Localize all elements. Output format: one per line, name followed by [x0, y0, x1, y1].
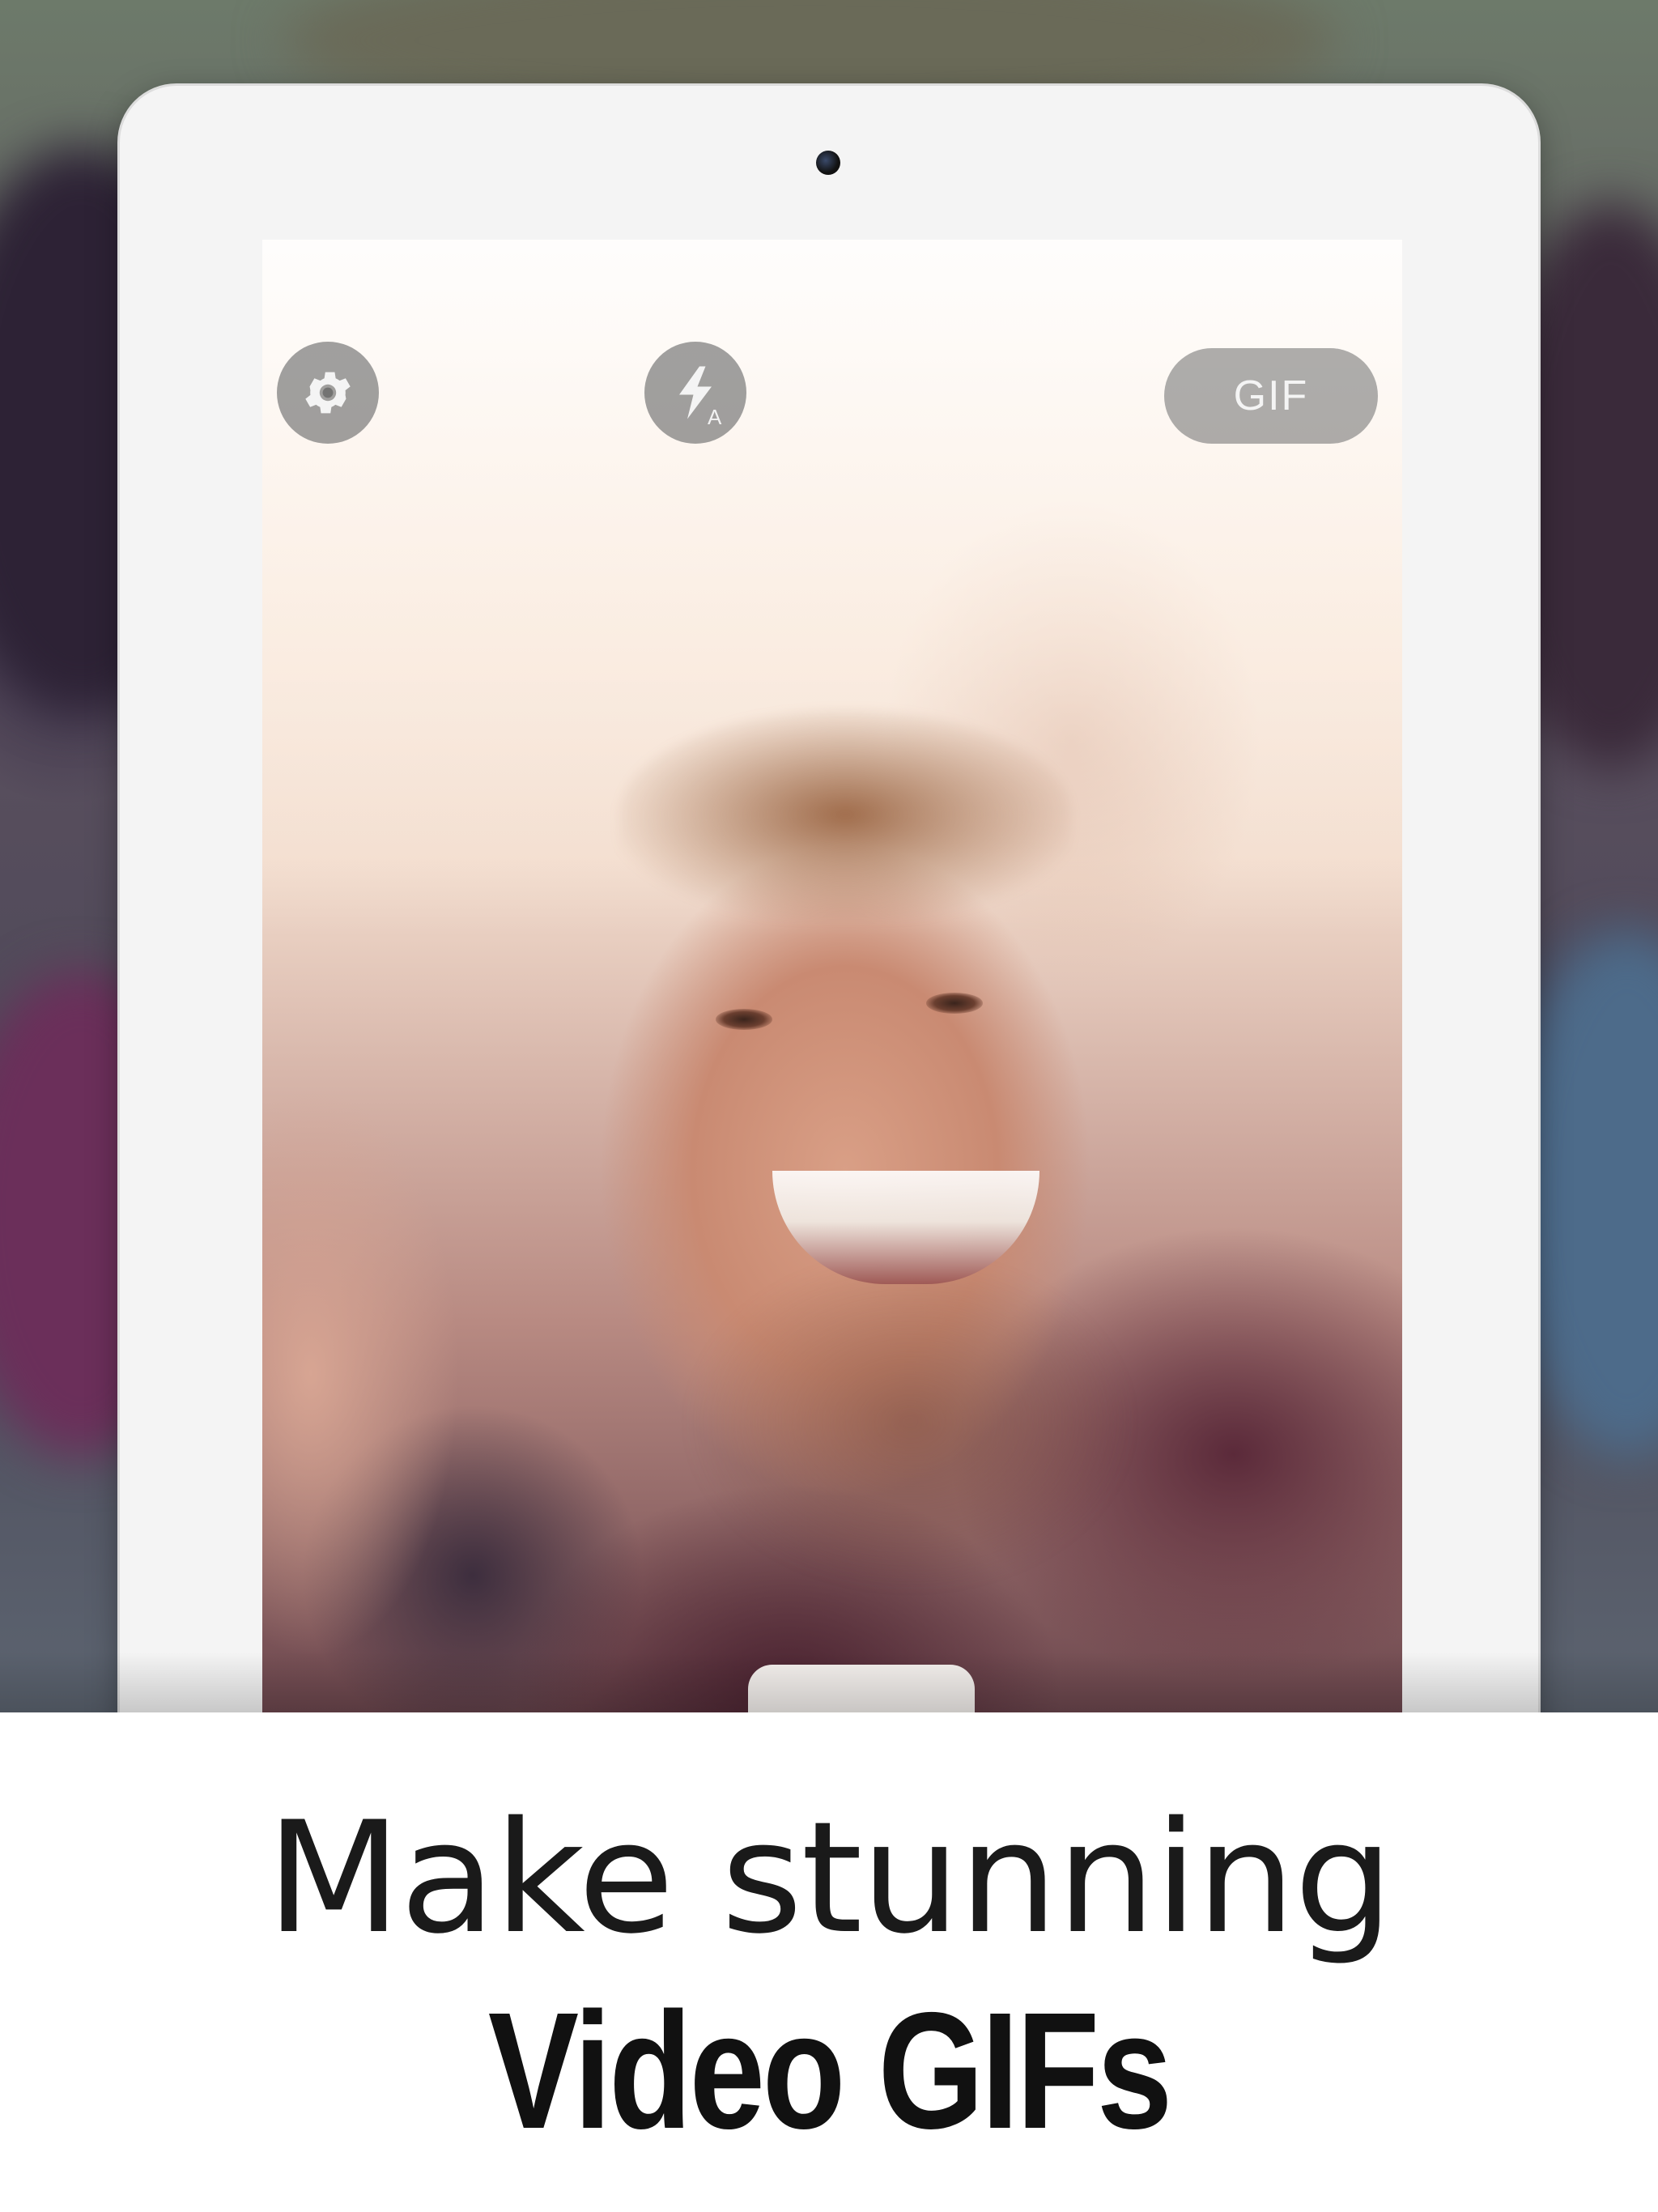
headline-line-1: Make stunning: [266, 1789, 1394, 1967]
flash-mode-label: A: [708, 405, 722, 429]
gear-icon: [305, 372, 351, 414]
headline-line-2: Video GIFs: [487, 1978, 1172, 2163]
flash-button[interactable]: A: [644, 342, 746, 444]
gif-mode-button[interactable]: GIF: [1164, 348, 1378, 444]
settings-button[interactable]: [277, 342, 379, 444]
front-camera: [816, 151, 840, 175]
camera-viewfinder: A GIF: [262, 240, 1402, 1786]
tablet-device: A GIF: [120, 86, 1538, 1786]
app-store-screenshot: A GIF Make stunning Video GIFs: [0, 0, 1658, 2212]
